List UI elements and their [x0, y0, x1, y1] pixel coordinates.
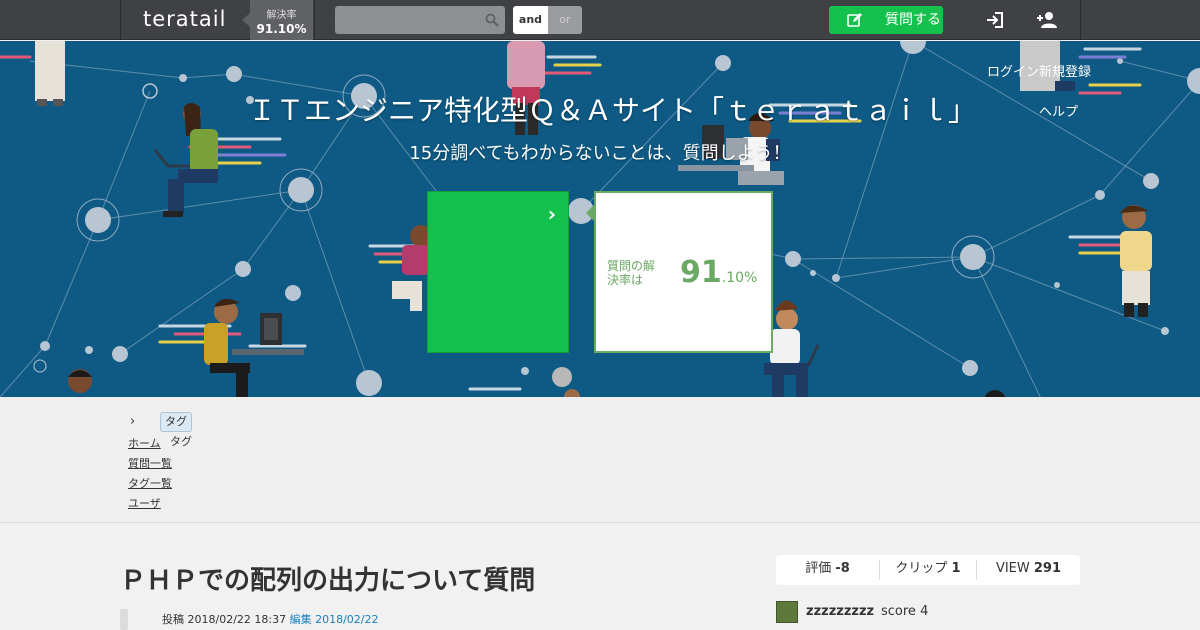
score-value: -8 — [835, 561, 850, 576]
posted-label: 投稿 — [162, 613, 184, 626]
updated-label[interactable]: 編集 — [290, 613, 312, 626]
question-meta: 投稿 2018/02/22 18:37 編集 2018/02/22 — [162, 611, 379, 627]
clip-stat[interactable]: クリップ 1 — [880, 555, 976, 585]
posted-date: 2018/02/22 18:37 — [187, 613, 287, 626]
hero-banner: ログイン 新規登録 ヘルプ ＩＴエンジニア特化型Ｑ＆Ａサイト「ｔｅｒａｔａｉｌ」… — [0, 41, 1200, 397]
ask-question-label: 質問する — [885, 12, 941, 28]
header-divider — [120, 0, 121, 40]
resolve-rate-integer: 91 — [680, 255, 722, 290]
vote-bar — [120, 609, 128, 630]
search-icon[interactable] — [485, 13, 499, 27]
login-link[interactable]: ログイン — [987, 61, 1039, 80]
author-name[interactable]: zzzzzzzzz — [806, 604, 874, 619]
resolve-rate-card-label: 質問の解決率は — [607, 259, 656, 287]
clip-value: 1 — [951, 561, 961, 576]
signup-link[interactable]: 新規登録 — [1039, 61, 1091, 80]
search-input[interactable] — [335, 6, 505, 34]
site-logo[interactable]: teratail — [143, 7, 226, 31]
author-score-value: 4 — [920, 604, 929, 619]
add-user-icon[interactable] — [1036, 9, 1058, 31]
author-score: score 4 — [881, 604, 928, 619]
resolve-rate-label: 解決率 — [266, 10, 297, 21]
breadcrumb-link[interactable]: ユーザ — [128, 495, 161, 511]
hero-title: ＩＴエンジニア特化型Ｑ＆Ａサイト「ｔｅｒａｔａｉｌ」 — [247, 94, 976, 127]
breadcrumb-link[interactable]: タグ一覧 — [128, 475, 172, 491]
updated-date[interactable]: 2018/02/22 — [315, 613, 378, 626]
view-stat: VIEW 291 — [977, 555, 1080, 585]
resolve-rate-card-value: 91.10% — [680, 255, 757, 290]
tag-chip[interactable]: タグ — [160, 412, 192, 432]
header-divider — [1080, 0, 1081, 40]
top-header: teratail 解決率 91.10% and or 質問する — [0, 0, 1200, 40]
view-value: 291 — [1033, 561, 1062, 576]
view-label: VIEW — [995, 561, 1030, 576]
header-divider — [314, 0, 315, 40]
breadcrumb-link[interactable]: 質問一覧 — [128, 455, 172, 471]
resolve-rate-value: 91.10% — [256, 22, 307, 36]
score-stat: 評価 -8 — [776, 555, 879, 585]
and-or-toggle[interactable]: and or — [513, 6, 582, 34]
signup-cta-card[interactable]: › — [427, 191, 569, 353]
clip-label: クリップ — [895, 561, 948, 576]
breadcrumb-link[interactable]: ホーム — [128, 435, 161, 451]
chevron-right-icon: › — [547, 202, 556, 226]
and-option[interactable]: and — [513, 6, 548, 34]
or-option[interactable]: or — [548, 6, 582, 34]
score-label: 評価 — [805, 561, 832, 576]
resolve-rate-decimal: .10% — [721, 270, 758, 286]
question-title: ＰＨＰでの配列の出力について質問 — [120, 566, 536, 596]
login-icon[interactable] — [984, 9, 1006, 31]
ask-question-button[interactable]: 質問する — [829, 6, 943, 34]
chevron-right-icon: › — [130, 414, 136, 429]
breadcrumb: › タグ タグ ホーム 質問一覧 タグ一覧 ユーザ — [0, 397, 1200, 523]
resolve-rate-badge: 解決率 91.10% — [242, 0, 313, 40]
hero-subtitle: 15分調べてもわからないことは、質問しよう！ — [409, 143, 791, 164]
question-stats: 評価 -8 クリップ 1 VIEW 291 — [776, 555, 1080, 585]
author-score-label: score — [881, 604, 916, 619]
tag-label[interactable]: タグ — [170, 433, 192, 449]
resolve-rate-card: 質問の解決率は 91.10% — [586, 191, 773, 353]
edit-icon — [847, 13, 862, 27]
avatar[interactable] — [776, 601, 798, 623]
